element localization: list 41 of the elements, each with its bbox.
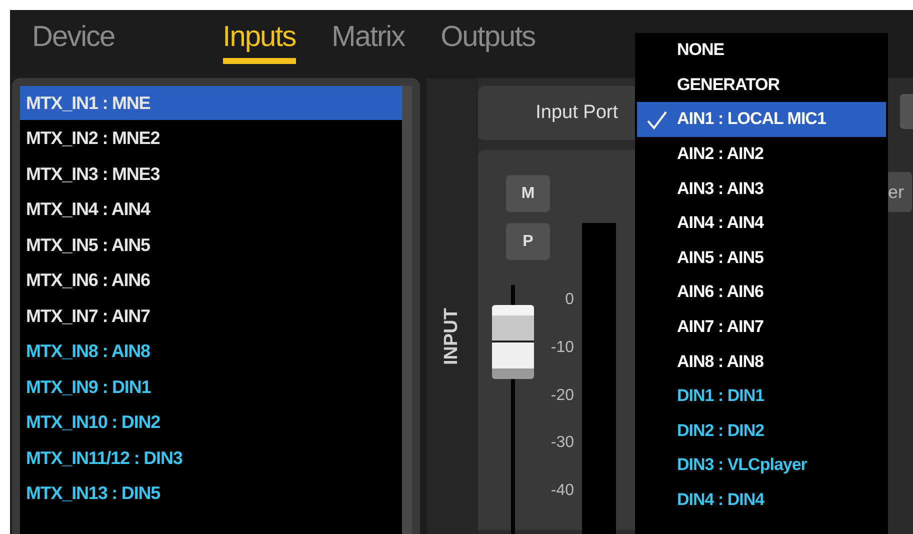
list-item[interactable]: MTX_IN2 : MNE2 <box>20 120 402 156</box>
list-item[interactable]: MTX_IN11/12 : DIN3 <box>20 440 402 475</box>
menu-item[interactable]: AIN5 : AIN5 <box>635 240 888 276</box>
side-control[interactable] <box>900 94 913 129</box>
menu-item[interactable]: DIN2 : DIN2 <box>635 414 888 448</box>
tab[interactable]: Device <box>32 20 115 64</box>
tab[interactable]: Matrix <box>332 20 405 64</box>
menu-item[interactable]: DIN3 : VLCplayer <box>635 448 888 483</box>
scale-label: -20 <box>550 386 574 406</box>
side-button[interactable]: er <box>888 172 912 212</box>
menu-item[interactable]: AIN6 : AIN6 <box>635 275 888 310</box>
list-item[interactable]: MTX_IN3 : MNE3 <box>20 156 402 191</box>
menu-item[interactable]: DIN1 : DIN1 <box>635 378 888 414</box>
scale-label: -40 <box>550 482 574 502</box>
list-item[interactable]: MTX_IN7 : AIN7 <box>20 298 402 333</box>
tab[interactable]: Inputs <box>222 20 296 64</box>
scrollbar[interactable] <box>402 86 412 534</box>
menu-item[interactable]: AIN8 : AIN8 <box>635 344 888 379</box>
checkmark-icon <box>646 110 668 130</box>
list-item[interactable]: MTX_IN6 : AIN6 <box>20 262 402 298</box>
list-item[interactable]: MTX_IN10 : DIN2 <box>20 404 402 440</box>
list-item[interactable]: MTX_IN13 : DIN5 <box>20 475 402 510</box>
list-item[interactable]: MTX_IN5 : AIN5 <box>20 226 402 262</box>
toggle-button[interactable]: M <box>506 175 550 212</box>
scale-label: 0 <box>564 291 574 310</box>
menu-item[interactable]: NONE <box>635 33 888 68</box>
toggle-button[interactable]: P <box>506 223 550 260</box>
menu-item[interactable]: DIN4 : DIN4 <box>635 482 888 518</box>
list-item[interactable]: MTX_IN8 : AIN8 <box>20 333 402 368</box>
fader-handle[interactable] <box>492 305 534 379</box>
menu-item[interactable]: AIN1 : LOCAL MIC1 <box>637 102 886 137</box>
list-item[interactable]: MTX_IN9 : DIN1 <box>20 368 402 404</box>
section-label: INPUT <box>441 308 463 364</box>
menu-item[interactable]: AIN3 : AIN3 <box>635 171 888 206</box>
menu-item[interactable]: AIN4 : AIN4 <box>635 206 888 241</box>
scale-label: -30 <box>550 434 574 454</box>
list-item[interactable]: MTX_IN4 : AIN4 <box>20 191 402 226</box>
list-item[interactable]: MTX_IN1 : MNE <box>20 86 402 120</box>
menu-item[interactable]: AIN7 : AIN7 <box>635 310 888 344</box>
tab[interactable]: Outputs <box>440 20 536 64</box>
scale-label: -10 <box>550 338 574 358</box>
